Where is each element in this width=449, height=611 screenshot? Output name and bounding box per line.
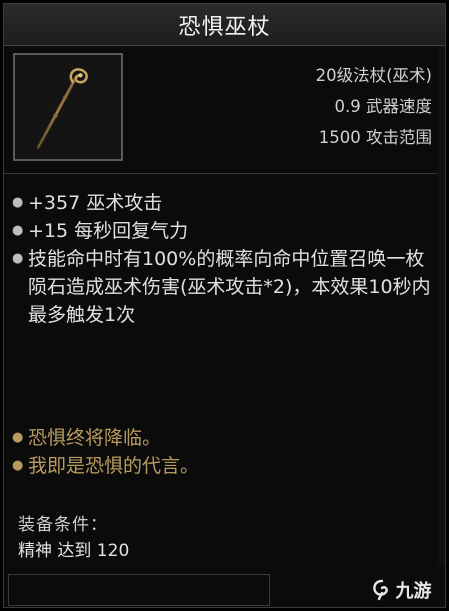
weapon-speed: 0.9 武器速度 xyxy=(334,97,433,116)
staff-icon xyxy=(36,68,88,149)
item-name: 恐惧巫杖 xyxy=(178,14,271,40)
bullet-icon: ● xyxy=(12,430,24,445)
affix-list: ● +357 巫术攻击 ● +15 每秒回复气力 ● 技能命中时有100%的概率… xyxy=(12,189,437,329)
flavor-line: ● 恐惧终将降临。 xyxy=(12,424,437,452)
item-tooltip: 恐惧巫杖 20级法杖(巫术) 0.9 武器速度 1500 攻击范围 ● +357… xyxy=(3,3,446,608)
bullet-icon: ● xyxy=(12,223,24,238)
jiuyou-logo-icon xyxy=(372,579,388,601)
attack-range: 1500 攻击范围 xyxy=(318,128,432,147)
item-stats: 20级法杖(巫术) 0.9 武器速度 1500 攻击范围 xyxy=(316,60,432,153)
affix-item: ● +15 每秒回复气力 xyxy=(12,217,437,245)
tooltip-header: 恐惧巫杖 xyxy=(4,4,445,46)
watermark-text: 九游 xyxy=(395,581,432,602)
next-tooltip-frame xyxy=(8,574,270,606)
item-icon-frame xyxy=(13,53,123,161)
flavor-line: ● 我即是恐惧的代言。 xyxy=(12,452,437,480)
bullet-icon: ● xyxy=(12,458,24,473)
item-level-type: 20级法杖(巫术) xyxy=(315,66,432,85)
tooltip-edge xyxy=(437,46,445,566)
bullet-icon: ● xyxy=(12,251,24,266)
affix-item: ● 技能命中时有100%的概率向命中位置召唤一枚陨石造成巫术伤害(巫术攻击*2)… xyxy=(12,245,437,329)
affix-item: ● +357 巫术攻击 xyxy=(12,189,437,217)
flavor-list: ● 恐惧终将降临。 ● 我即是恐惧的代言。 xyxy=(12,424,437,480)
divider xyxy=(4,173,445,174)
requirement-spirit: 精神 达到 120 xyxy=(18,541,130,561)
requirements-title: 装备条件： xyxy=(18,515,108,535)
bullet-icon: ● xyxy=(12,195,24,210)
requirements: 装备条件： 精神 达到 120 xyxy=(18,512,438,564)
watermark: 九游 xyxy=(355,574,447,606)
